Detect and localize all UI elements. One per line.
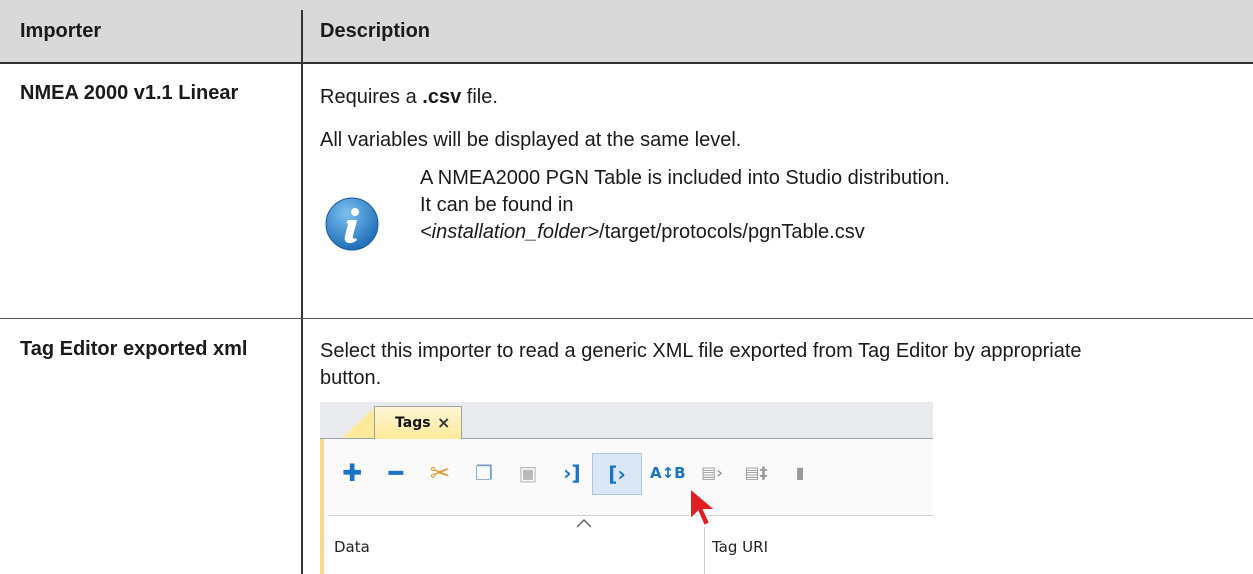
tab-tags[interactable]: Tags × [374,406,462,439]
column-header-row: Data Tag URI [328,515,933,574]
import-icon[interactable]: ›] [556,457,588,489]
info-note: A NMEA2000 PGN Table is included into St… [420,165,950,246]
export-icon[interactable]: [› [592,453,642,495]
column-divider [301,10,303,574]
mouse-cursor-icon [689,486,719,528]
note-line1: A NMEA2000 PGN Table is included into St… [420,167,950,189]
toolbar-more-icon[interactable]: ▮ [784,457,816,489]
row1-desc1: Requires a .csv file. [320,84,498,111]
row2-importer: Tag Editor exported xml [20,338,248,360]
tab-wedge [342,406,376,438]
sort-caret-icon [576,518,592,528]
remove-icon[interactable]: ━ [380,457,412,489]
cut-icon[interactable]: ✂ [424,457,456,489]
add-icon[interactable]: ✚ [336,457,368,489]
close-icon[interactable]: × [437,413,450,432]
document-import-icon[interactable]: ▤› [696,457,728,489]
tags-inner: ✚ ━ ✂ ❐ ▣ ›] [› A↕B ▤› ▤‡ ▮ Data Tag URI [320,439,933,574]
row1-desc1-post: file. [461,86,498,108]
row1-desc1-bold: .csv [422,86,462,108]
tags-panel: Tags × ✚ ━ ✂ ❐ ▣ ›] [› A↕B ▤› ▤‡ ▮ Data … [320,402,933,574]
header-importer: Importer [20,20,102,42]
row-divider-middle [0,318,1253,319]
row1-importer: NMEA 2000 v1.1 Linear [20,82,239,104]
note-line2: It can be found in [420,194,574,216]
sort-ab-icon[interactable]: A↕B [650,457,686,489]
row1-desc2: All variables will be displayed at the s… [320,129,742,151]
toolbar: ✚ ━ ✂ ❐ ▣ ›] [› A↕B ▤› ▤‡ ▮ [332,447,932,499]
note-path-placeholder: <installation_folder> [420,221,600,243]
column-data[interactable]: Data [334,538,370,556]
paste-icon[interactable]: ▣ [512,457,544,489]
note-line3: <installation_folder>/target/protocols/p… [420,219,950,246]
note-path-rest: /target/protocols/pgnTable.csv [599,221,865,243]
header-description: Description [320,20,431,42]
info-icon [325,197,379,251]
row1-desc1-pre: Requires a [320,86,423,108]
row2-desc1: Select this importer to read a generic X… [320,340,1082,389]
copy-icon[interactable]: ❐ [468,457,500,489]
column-tag-uri[interactable]: Tag URI [712,538,768,556]
tab-bar: Tags × [320,402,933,439]
table-header: Importer Description [0,0,1253,62]
tab-tags-label: Tags [395,415,431,431]
row-divider-top [0,62,1253,64]
document-add-import-icon[interactable]: ▤‡ [740,457,772,489]
